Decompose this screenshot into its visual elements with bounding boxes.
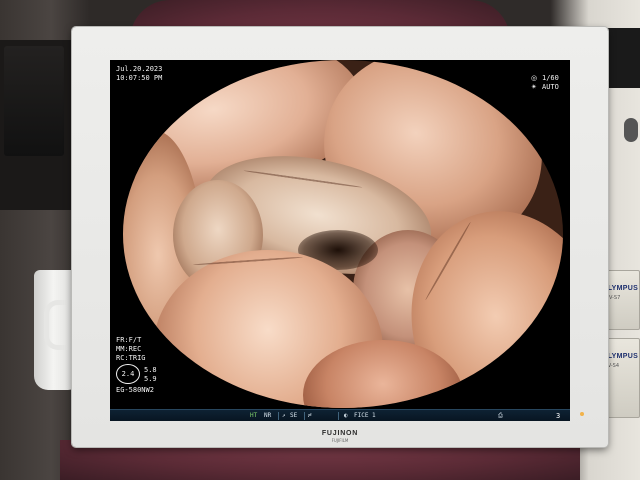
hue-tone-label: HT [250,412,258,419]
dark-panel [4,46,64,156]
fice-icon: ◐ [344,412,348,419]
monitor-screen: Jul.20.2023 10:07:50 PM ◎ 1/60 ✴ AUTO FR… [110,60,570,421]
left-equipment-shelf [0,40,75,210]
power-led [580,412,584,416]
iris-icon: ✴ [531,83,537,91]
zoom-indicator: 2.4 [116,364,140,384]
fice-label: FICE 1 [354,412,376,419]
record-setting: RC:TRIG [116,354,146,362]
memory-setting: MM:REC [116,345,142,353]
value-readout-1: 5.8 [144,366,157,374]
date-readout: Jul.20.2023 [116,65,163,73]
value-readout-2: 5.9 [144,375,157,383]
monitor-brand-sub: FUJIFILM [331,438,349,443]
image-counter: 3 [556,412,561,420]
monitor-bezel: Jul.20.2023 10:07:50 PM ◎ 1/60 ✴ AUTO FR… [72,27,608,447]
shutter-icon: ◎ [531,74,538,82]
structure-enhancement-label: SE [290,412,298,419]
time-readout: 10:07:50 PM [116,74,163,82]
scope-model: EG-580NW2 [116,386,154,394]
cup-handle [44,300,66,350]
structure-enhancement-icon: ↗ [282,412,286,419]
divider [278,412,279,420]
noise-reduction-label: NR [264,412,272,419]
freeze-setting: FR:F/T [116,336,142,344]
shutter-speed: 1/60 [542,74,559,82]
divider [338,412,339,420]
endoscope-image [123,60,563,408]
color-tone-icon: ≓ [308,412,312,419]
printer-icon: ⎙ [498,412,503,419]
device-knob [624,118,638,142]
status-bar: HT NR ↗ SE ≓ ◐ FICE 1 ⎙ 3 [110,409,570,421]
monitor-brand: FUJINON [321,430,359,437]
divider [304,412,305,420]
iris-mode: AUTO [542,83,559,91]
